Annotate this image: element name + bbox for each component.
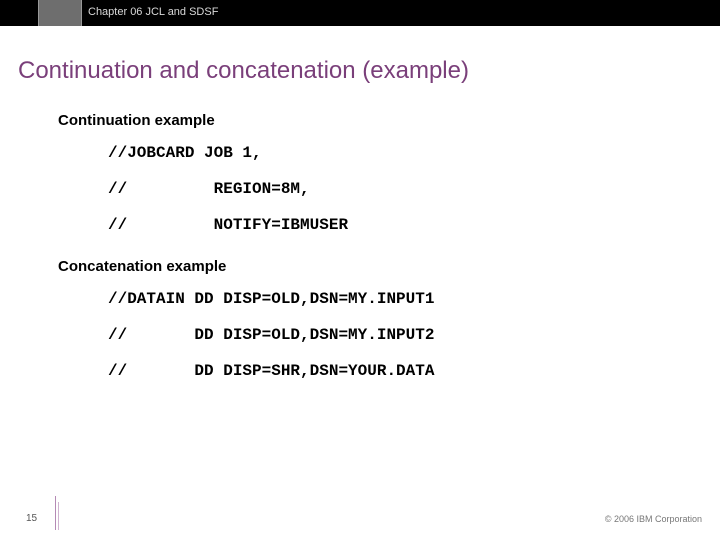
top-bar: Chapter 06 JCL and SDSF	[0, 0, 720, 26]
section-heading-continuation: Continuation example	[58, 112, 215, 129]
code-line: //DATAIN DD DISP=OLD,DSN=MY.INPUT1	[108, 290, 434, 308]
code-line: // DD DISP=OLD,DSN=MY.INPUT2	[108, 326, 434, 344]
code-line: //JOBCARD JOB 1,	[108, 144, 262, 162]
code-line: // NOTIFY=IBMUSER	[108, 216, 348, 234]
section-heading-concatenation: Concatenation example	[58, 258, 226, 275]
page-number: 15	[26, 513, 37, 524]
slide-title: Continuation and concatenation (example)	[18, 57, 469, 85]
footer-rule	[55, 496, 56, 530]
header-accent-block	[38, 0, 82, 26]
code-line: // REGION=8M,	[108, 180, 310, 198]
footer-rule	[58, 502, 59, 530]
chapter-label: Chapter 06 JCL and SDSF	[88, 6, 218, 18]
copyright-text: © 2006 IBM Corporation	[605, 514, 702, 524]
code-line: // DD DISP=SHR,DSN=YOUR.DATA	[108, 362, 434, 380]
